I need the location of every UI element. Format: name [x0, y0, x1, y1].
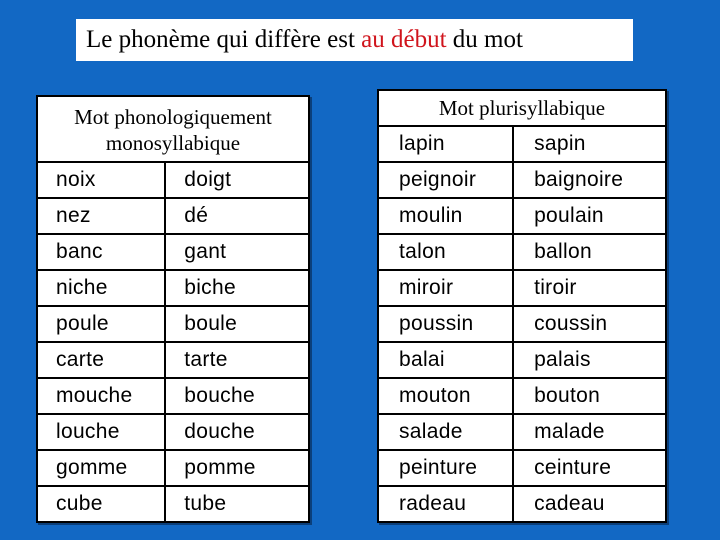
word-cell-right: gant — [164, 233, 310, 271]
word-cell-right: ballon — [512, 233, 667, 271]
word-cell-right: biche — [164, 269, 310, 307]
table-row: niche biche — [35, 269, 310, 307]
word-cell-right: ceinture — [512, 449, 667, 487]
word-cell-right: tarte — [164, 341, 310, 379]
table-row: mouche bouche — [35, 377, 310, 415]
word-cell-left: radeau — [376, 485, 515, 523]
word-cell-left: peignoir — [376, 161, 515, 199]
table-row: gomme pomme — [35, 449, 310, 487]
word-cell-right: pomme — [164, 449, 310, 487]
word-cell-right: bouton — [512, 377, 667, 415]
monosyllabic-body: noix doigt nez dé banc gant niche biche poule bou… — [35, 161, 310, 523]
table-row: poussin coussin — [376, 305, 667, 343]
table-row: balai palais — [376, 341, 667, 379]
word-cell-right: bouche — [164, 377, 310, 415]
word-cell-left: lapin — [376, 125, 515, 163]
word-cell-left: banc — [35, 233, 167, 271]
header-line-2: monosyllabique — [105, 131, 241, 155]
word-cell-left: poussin — [376, 305, 515, 343]
title-suffix: du mot — [446, 26, 523, 53]
title-prefix: Le phonème qui diffère est — [86, 26, 362, 53]
word-cell-left: niche — [35, 269, 167, 307]
word-cell-right: tiroir — [512, 269, 667, 307]
table-row: mouton bouton — [376, 377, 667, 415]
word-cell-left: salade — [376, 413, 515, 451]
word-cell-left: peinture — [376, 449, 515, 487]
monosyllabic-header: Mot phonologiquement monosyllabique — [36, 95, 310, 163]
table-row: noix doigt — [35, 161, 310, 199]
word-cell-right: malade — [512, 413, 667, 451]
table-row: nez dé — [35, 197, 310, 235]
word-cell-right: coussin — [512, 305, 667, 343]
title-highlight: au début — [361, 26, 447, 53]
word-cell-left: louche — [35, 413, 167, 451]
word-cell-left: mouche — [35, 377, 167, 415]
table-row: cube tube — [35, 485, 310, 523]
word-cell-right: baignoire — [512, 161, 667, 199]
word-cell-right: cadeau — [512, 485, 667, 523]
word-cell-left: noix — [35, 161, 167, 199]
table-row: poule boule — [35, 305, 310, 343]
table-row: carte tarte — [35, 341, 310, 379]
word-cell-right: douche — [164, 413, 310, 451]
header-line-1: Mot phonologiquement — [74, 105, 272, 129]
plurisyllabic-table: Mot plurisyllabique lapin sapin peignoir ba… — [376, 89, 667, 523]
table-row: salade malade — [376, 413, 667, 451]
word-cell-left: moulin — [376, 197, 515, 235]
word-cell-right: dé — [164, 197, 310, 235]
word-cell-left: cube — [35, 485, 167, 523]
word-cell-left: poule — [35, 305, 167, 343]
table-row: miroir tiroir — [376, 269, 667, 307]
word-cell-left: mouton — [376, 377, 515, 415]
word-cell-right: tube — [164, 485, 310, 523]
table-header-row: Mot plurisyllabique — [377, 89, 667, 127]
word-cell-left: gomme — [35, 449, 167, 487]
plurisyllabic-header: Mot plurisyllabique — [377, 89, 667, 127]
table-row: radeau cadeau — [376, 485, 667, 523]
word-cell-right: doigt — [164, 161, 310, 199]
word-cell-left: balai — [376, 341, 515, 379]
plurisyllabic-body: lapin sapin peignoir baignoire moulin poulain… — [376, 125, 667, 523]
table-row: louche douche — [35, 413, 310, 451]
table-row: banc gant — [35, 233, 310, 271]
word-cell-left: carte — [35, 341, 167, 379]
word-cell-right: sapin — [512, 125, 667, 163]
slide-title: Le phonème qui diffère est au début du m… — [76, 19, 633, 61]
monosyllabic-table: Mot phonologiquement monosyllabique noix… — [35, 95, 310, 523]
word-cell-right: boule — [164, 305, 310, 343]
table-row: peinture ceinture — [376, 449, 667, 487]
table-row: lapin sapin — [376, 125, 667, 163]
table-row: moulin poulain — [376, 197, 667, 235]
table-header-row: Mot phonologiquement monosyllabique — [36, 95, 310, 163]
word-cell-right: poulain — [512, 197, 667, 235]
table-row: talon ballon — [376, 233, 667, 271]
word-cell-right: palais — [512, 341, 667, 379]
table-row: peignoir baignoire — [376, 161, 667, 199]
word-cell-left: talon — [376, 233, 515, 271]
word-cell-left: miroir — [376, 269, 515, 307]
word-cell-left: nez — [35, 197, 167, 235]
